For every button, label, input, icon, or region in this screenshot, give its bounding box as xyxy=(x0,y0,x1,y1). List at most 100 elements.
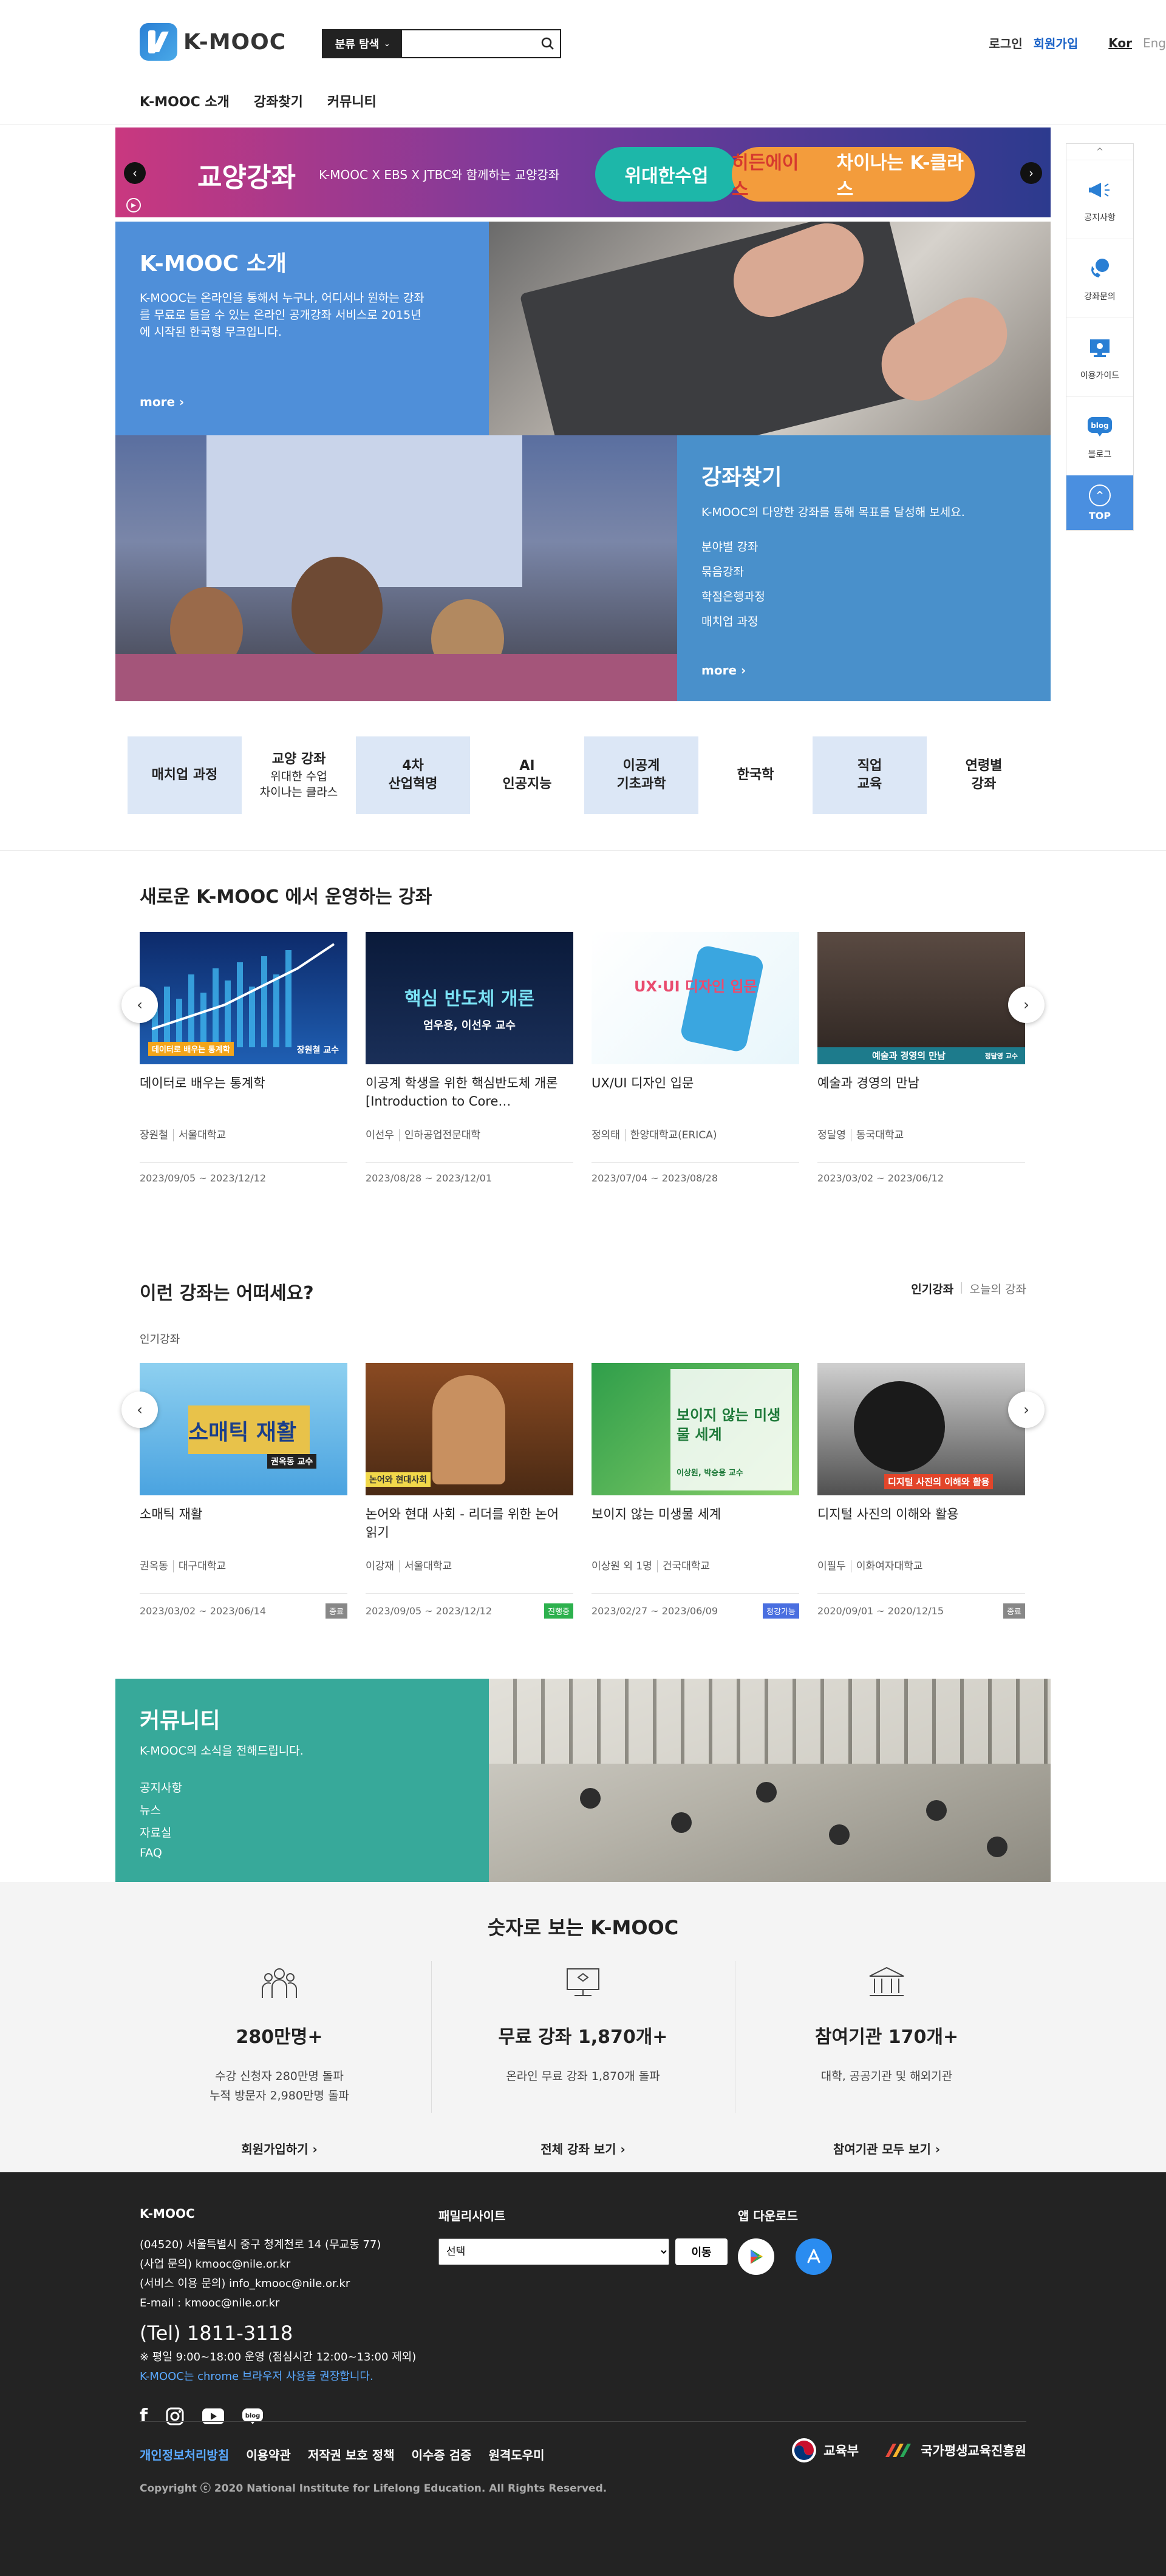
nav-item-about[interactable]: K-MOOC 소개 xyxy=(140,91,230,110)
about-more-link[interactable]: more › xyxy=(140,395,184,409)
new-courses-prev-button[interactable]: ‹ xyxy=(121,987,158,1023)
course-title[interactable]: 예술과 경영의 만남 xyxy=(817,1074,1025,1112)
blog-bubble-icon: blog xyxy=(1086,413,1114,441)
tab-popular[interactable]: 인기강좌 xyxy=(911,1280,953,1297)
course-title[interactable]: 논어와 현대 사회 - 리더를 위한 논어 읽기 xyxy=(366,1505,573,1543)
org-moe[interactable]: 교육부 xyxy=(791,2437,859,2464)
course-thumbnail: 보이지 않는 미생물 세계 이상원, 박승용 교수 xyxy=(592,1363,799,1495)
org-nile[interactable]: 국가평생교육진흥원 xyxy=(883,2441,1026,2459)
community-item-notice[interactable]: 공지사항 xyxy=(140,1779,465,1795)
find-item-bundle[interactable]: 묶음강좌 xyxy=(701,563,1026,579)
course-title[interactable]: 데이터로 배우는 통계학 xyxy=(140,1074,347,1112)
footer-contact: K-MOOC (04520) 서울특별시 중구 청계천로 14 (무교동 77)… xyxy=(140,2206,416,2427)
institutions-link[interactable]: 참여기관 모두 보기 › xyxy=(735,2139,1038,2157)
google-play-button[interactable] xyxy=(738,2238,774,2275)
quick-item-blog[interactable]: blog 블로그 xyxy=(1066,396,1133,475)
thumbnail-caption: 핵심 반도체 개론 xyxy=(404,988,535,1010)
category-science[interactable]: 이공계 기초과학 xyxy=(584,736,698,814)
banner-next-button[interactable]: › xyxy=(1020,162,1042,184)
category-matchup[interactable]: 매치업 과정 xyxy=(128,736,242,814)
banner-prev-button[interactable]: ‹ xyxy=(124,162,146,184)
category-korean-studies[interactable]: 한국학 xyxy=(698,736,813,814)
course-title[interactable]: 디지털 사진의 이해와 활용 xyxy=(817,1505,1025,1543)
course-card[interactable]: 소매틱 재활 권옥동 교수 소매틱 재활 권옥동 대구대학교 2023/03/02… xyxy=(140,1363,347,1619)
quick-item-inquiry[interactable]: 강좌문의 xyxy=(1066,239,1133,318)
arrow-up-icon: ^ xyxy=(1089,484,1111,506)
signup-cta-link[interactable]: 회원가입하기 › xyxy=(128,2139,431,2157)
footer-link-privacy[interactable]: 개인정보처리방침 xyxy=(140,2445,229,2463)
lang-eng-link[interactable]: Eng xyxy=(1143,36,1166,50)
lang-kor-link[interactable]: Kor xyxy=(1108,36,1132,50)
main-nav: K-MOOC 소개 강좌찾기 커뮤니티 xyxy=(140,91,377,110)
course-card[interactable]: 디지털 사진의 이해와 활용 디지털 사진의 이해와 활용 이필두 이화여자대학교… xyxy=(817,1363,1025,1619)
search-category-button[interactable]: 분류 탐색 ⌄ xyxy=(323,30,402,57)
family-go-button[interactable]: 이동 xyxy=(675,2238,728,2265)
course-university: 대구대학교 xyxy=(172,1560,227,1572)
status-badge: 청강가능 xyxy=(763,1603,799,1619)
quick-item-guide[interactable]: 이용가이드 xyxy=(1066,318,1133,396)
nav-item-find[interactable]: 강좌찾기 xyxy=(254,91,303,110)
community-item-faq[interactable]: FAQ xyxy=(140,1846,465,1860)
chevron-left-icon: ‹ xyxy=(132,166,137,180)
tab-today[interactable]: 오늘의 강좌 xyxy=(970,1280,1026,1297)
stat-item-institutions: 참여기관 170개+ 대학, 공공기관 및 해외기관 참여기관 모두 보기 › xyxy=(735,1961,1038,2157)
main-banner[interactable]: ‹ 교양강좌 K-MOOC X EBS X JTBC와 함께하는 교양강좌 위대… xyxy=(115,127,1051,217)
course-card[interactable]: 데이터로 배우는 통계학 장원철 교수 데이터로 배우는 통계학 장원철 서울대학… xyxy=(140,932,347,1184)
scroll-top-button[interactable]: ^ TOP xyxy=(1066,475,1133,530)
category-ai[interactable]: AI 인공지능 xyxy=(470,736,584,814)
course-meta: 정의태 한양대학교(ERICA) xyxy=(592,1126,799,1141)
course-title[interactable]: 보이지 않는 미생물 세계 xyxy=(592,1505,799,1543)
find-item-field[interactable]: 분야별 강좌 xyxy=(701,538,1026,554)
community-item-news[interactable]: 뉴스 xyxy=(140,1801,465,1818)
course-card[interactable]: UX·UI 디자인 입문 UX/UI 디자인 입문 정의태 한양대학교(ERICA… xyxy=(592,932,799,1184)
footer-link-terms[interactable]: 이용약관 xyxy=(246,2445,291,2463)
course-card[interactable]: 보이지 않는 미생물 세계 이상원, 박승용 교수 보이지 않는 미생물 세계 … xyxy=(592,1363,799,1619)
about-box: K-MOOC 소개 K-MOOC는 온라인을 통해서 누구나, 어디서나 원하는… xyxy=(115,222,489,435)
status-badge: 종료 xyxy=(1003,1603,1025,1619)
category-age[interactable]: 연령별 강좌 xyxy=(927,736,1041,814)
course-title[interactable]: 이공계 학생을 위한 핵심반도체 개론 [Introduction to Cor… xyxy=(366,1074,573,1112)
recommend-prev-button[interactable]: ‹ xyxy=(121,1392,158,1428)
category-4th-industry[interactable]: 4차 산업혁명 xyxy=(356,736,470,814)
stat-number: 무료 강좌 1,870개+ xyxy=(498,2027,668,2048)
course-card[interactable]: 핵심 반도체 개론 엄우용, 이선우 교수 이공계 학생을 위한 핵심반도체 개… xyxy=(366,932,573,1184)
search-input[interactable] xyxy=(402,30,536,57)
category-vocational[interactable]: 직업 교육 xyxy=(813,736,927,814)
quick-item-notice[interactable]: 공지사항 xyxy=(1066,160,1133,239)
course-card[interactable]: 논어와 현대사회 논어와 현대 사회 - 리더를 위한 논어 읽기 이강재 서울대… xyxy=(366,1363,573,1619)
course-title[interactable]: 소매틱 재활 xyxy=(140,1505,347,1543)
facebook-icon[interactable]: f xyxy=(140,2405,148,2427)
category-label: 이공계 기초과학 xyxy=(616,758,666,792)
nav-item-community[interactable]: 커뮤니티 xyxy=(327,91,377,110)
course-university: 동국대학교 xyxy=(850,1129,904,1141)
course-card[interactable]: 예술과 경영의 만남 정달영 교수 예술과 경영의 만남 정달영 동국대학교 20… xyxy=(817,932,1025,1184)
new-courses-next-button[interactable]: › xyxy=(1008,987,1045,1023)
banner-play-button[interactable]: ▶ xyxy=(126,198,141,212)
signup-link[interactable]: 회원가입 xyxy=(1034,34,1079,52)
category-liberal[interactable]: 교양 강좌 위대한 수업 차이나는 클라스 xyxy=(242,736,356,814)
search-button[interactable] xyxy=(536,30,560,57)
course-professor: 정의태 xyxy=(592,1129,620,1141)
login-link[interactable]: 로그인 xyxy=(989,34,1022,52)
course-thumbnail: 예술과 경영의 만남 정달영 교수 xyxy=(817,932,1025,1064)
footer-link-copyright[interactable]: 저작권 보호 정책 xyxy=(308,2445,395,2463)
recommend-next-button[interactable]: › xyxy=(1008,1392,1045,1428)
stat-line: 대학, 공공기관 및 해외기관 xyxy=(820,2070,953,2083)
find-item-matchup[interactable]: 매치업 과정 xyxy=(701,613,1026,629)
footer-link-remote[interactable]: 원격도우미 xyxy=(489,2445,545,2463)
course-title[interactable]: UX/UI 디자인 입문 xyxy=(592,1074,799,1112)
app-store-button[interactable] xyxy=(796,2238,833,2275)
find-item-credit[interactable]: 학점은행과정 xyxy=(701,588,1026,604)
instagram-icon[interactable] xyxy=(166,2407,184,2425)
chat-phone-icon xyxy=(1086,255,1114,283)
stat-description: 온라인 무료 강좌 1,870개 돌파 xyxy=(431,2067,735,2086)
family-site-select[interactable]: 선택 xyxy=(438,2238,669,2265)
footer-link-certificate[interactable]: 이수증 검증 xyxy=(412,2445,472,2463)
find-more-link[interactable]: more › xyxy=(701,663,746,678)
chevron-down-icon: ⌄ xyxy=(384,39,390,48)
site-logo[interactable]: K-MOOC xyxy=(140,23,286,61)
all-courses-link[interactable]: 전체 강좌 보기 › xyxy=(431,2139,735,2157)
quick-menu-collapse-button[interactable]: ^ xyxy=(1066,144,1133,160)
banner-pill-china-label: 차이나는 K-클라스 xyxy=(836,152,964,200)
community-item-archive[interactable]: 자료실 xyxy=(140,1824,465,1840)
